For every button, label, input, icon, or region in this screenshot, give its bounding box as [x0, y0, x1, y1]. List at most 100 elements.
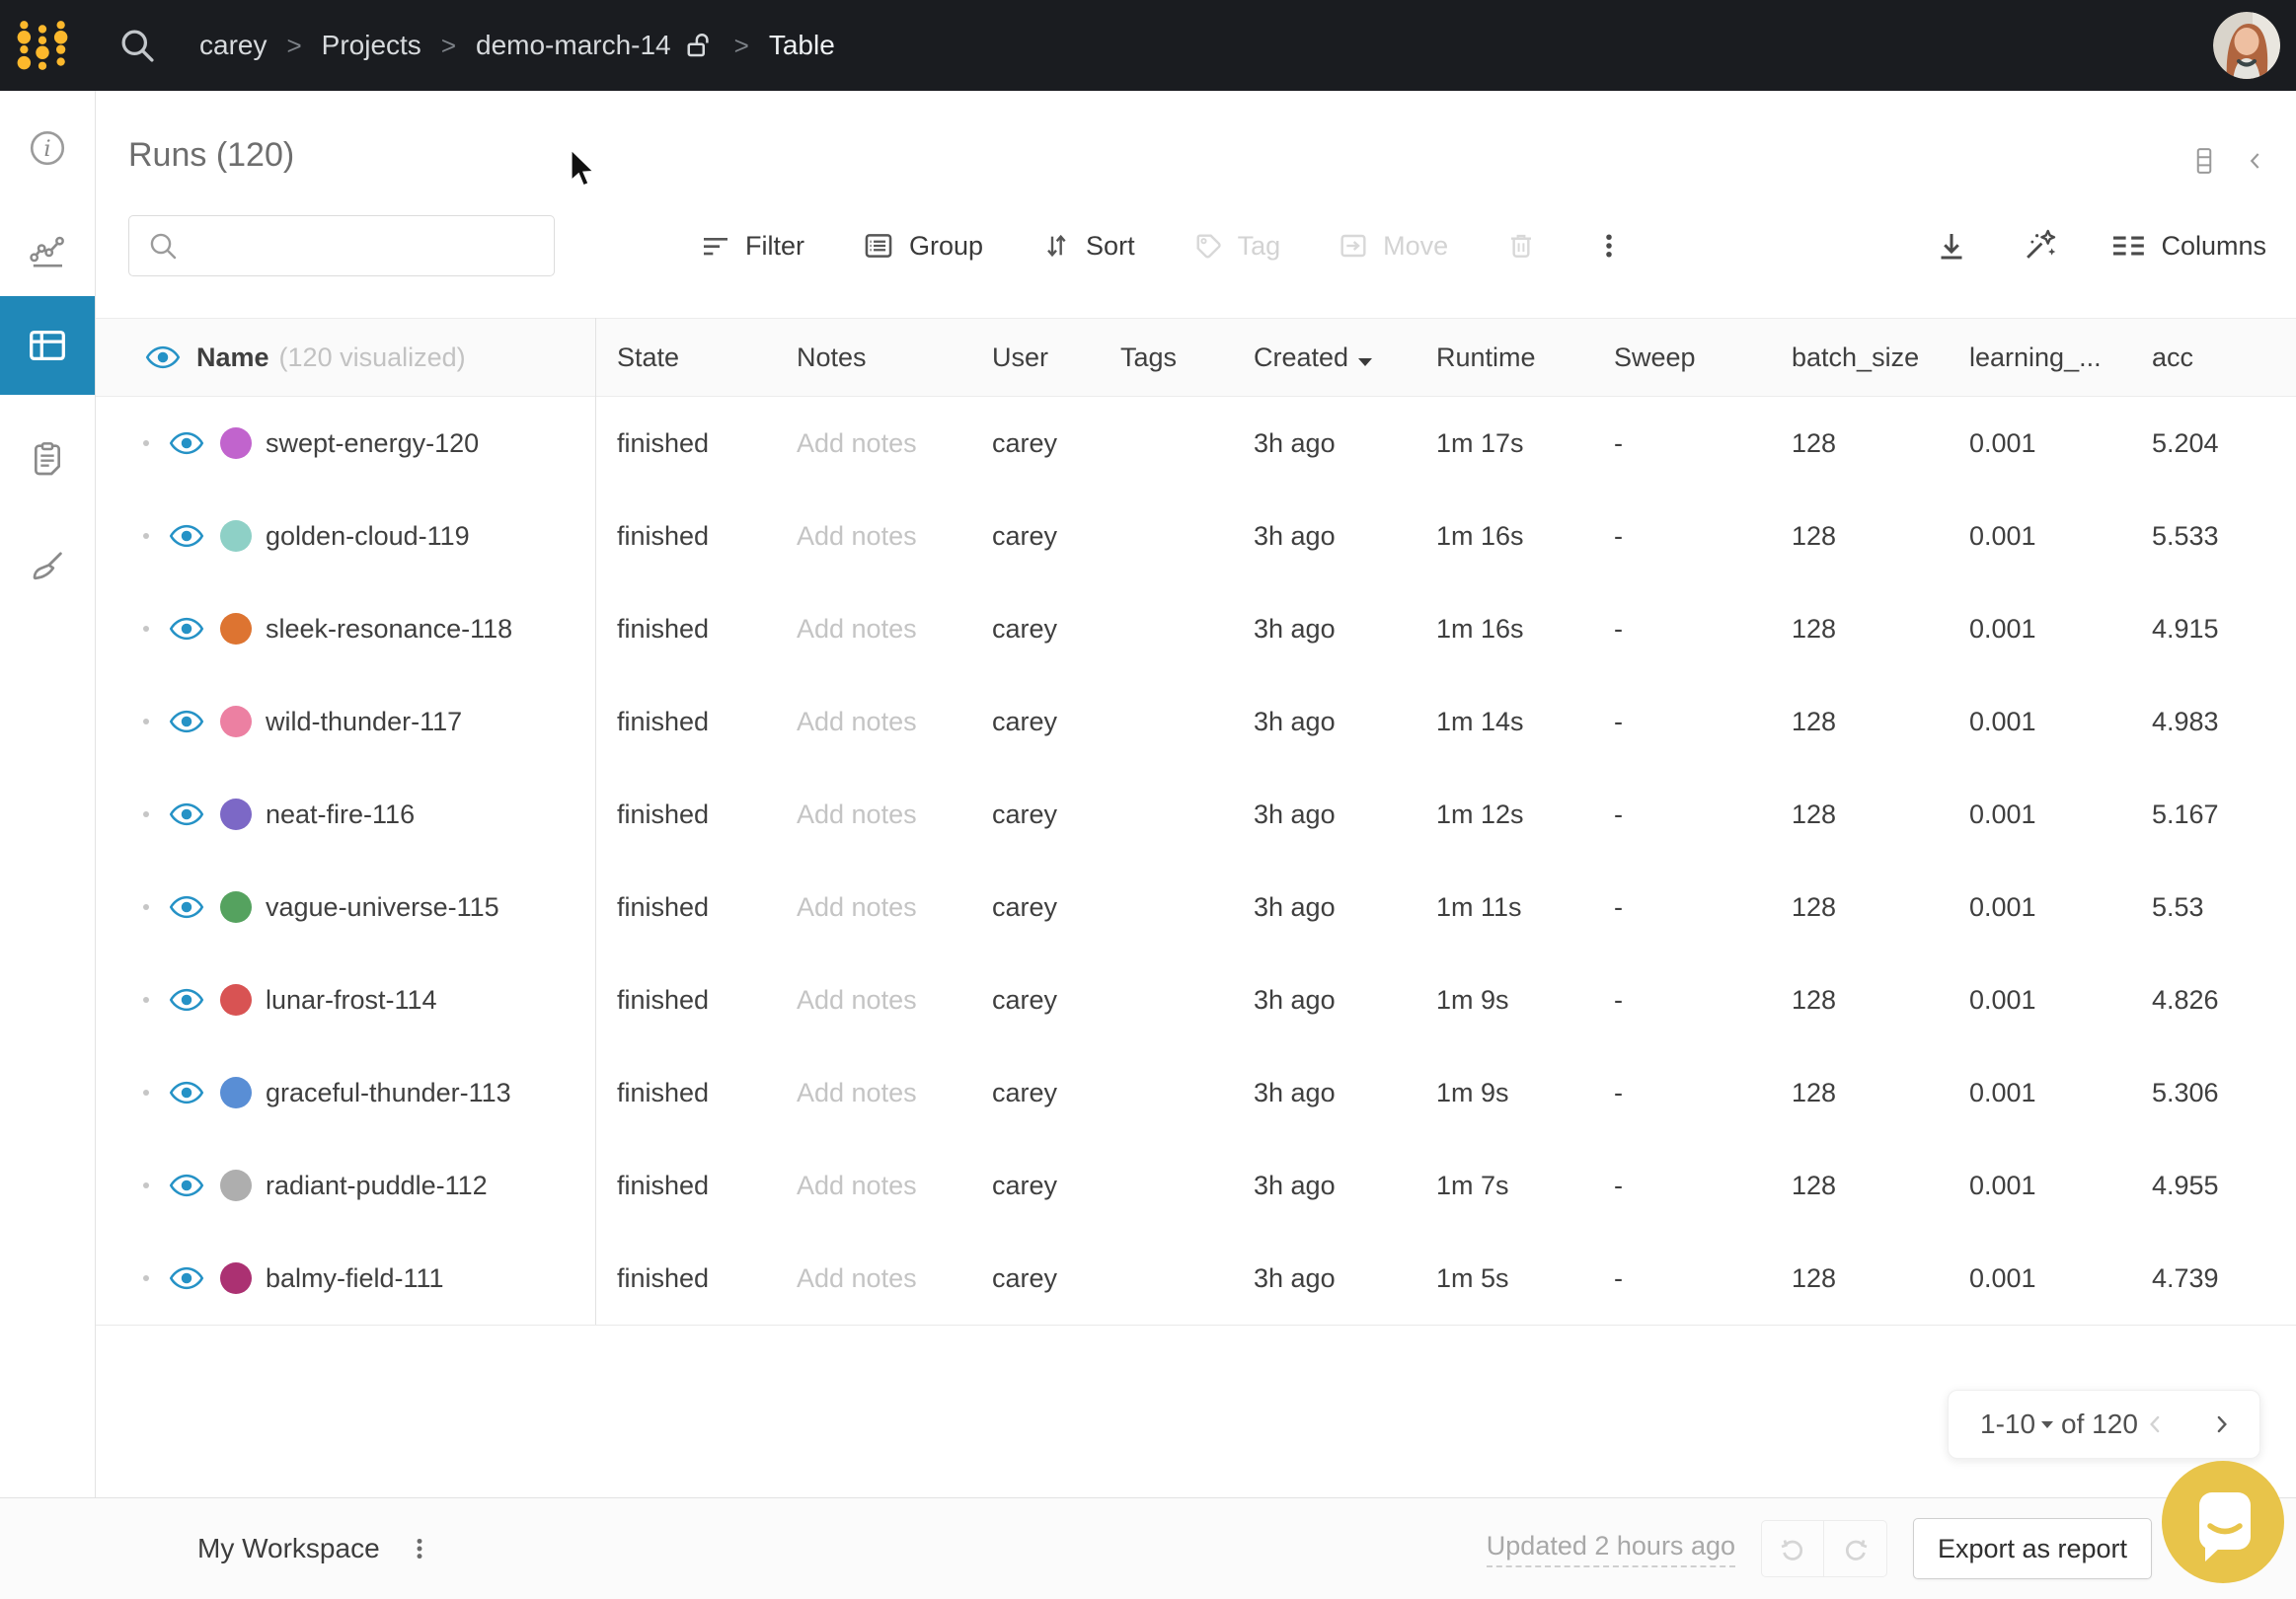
group-button[interactable]: Group: [862, 229, 983, 263]
runs-search-input[interactable]: [192, 231, 528, 262]
chevron-right-icon[interactable]: [2208, 1411, 2234, 1437]
column-header-runtime[interactable]: Runtime: [1415, 343, 1592, 373]
move-button[interactable]: Move: [1338, 230, 1448, 262]
eye-icon[interactable]: [169, 982, 204, 1018]
notes-cell[interactable]: Add notes: [775, 428, 970, 459]
table-row[interactable]: wild-thunder-117 finished Add notes care…: [96, 675, 2296, 768]
eye-icon[interactable]: [169, 518, 204, 554]
column-header-name[interactable]: Name: [196, 343, 269, 373]
column-header-acc[interactable]: acc: [2130, 343, 2296, 373]
table-row[interactable]: sleek-resonance-118 finished Add notes c…: [96, 582, 2296, 675]
eye-icon[interactable]: [169, 425, 204, 461]
run-name-link[interactable]: lunar-frost-114: [266, 985, 437, 1016]
eye-icon[interactable]: [169, 1168, 204, 1203]
collapse-chevron-left-icon[interactable]: [2243, 148, 2268, 174]
eye-icon[interactable]: [169, 889, 204, 925]
more-actions-button[interactable]: [1594, 231, 1624, 261]
run-name-link[interactable]: wild-thunder-117: [266, 707, 462, 737]
run-color-dot[interactable]: [220, 891, 252, 923]
notes-cell[interactable]: Add notes: [775, 707, 970, 737]
notes-cell[interactable]: Add notes: [775, 800, 970, 830]
run-color-dot[interactable]: [220, 1170, 252, 1201]
tag-button[interactable]: Tag: [1192, 230, 1281, 262]
sidebar-item-sweeps[interactable]: [0, 530, 95, 605]
panel-icon[interactable]: [2189, 144, 2219, 178]
sidebar-item-reports[interactable]: [0, 421, 95, 496]
table-row[interactable]: vague-universe-115 finished Add notes ca…: [96, 861, 2296, 953]
updated-timestamp[interactable]: Updated 2 hours ago: [1487, 1531, 1735, 1567]
undo-button[interactable]: [1761, 1520, 1824, 1577]
kebab-icon[interactable]: [406, 1535, 433, 1562]
run-name-link[interactable]: golden-cloud-119: [266, 521, 470, 552]
run-color-dot[interactable]: [220, 799, 252, 830]
notes-cell[interactable]: Add notes: [775, 521, 970, 552]
run-name-link[interactable]: graceful-thunder-113: [266, 1078, 511, 1108]
wandb-logo-icon[interactable]: [16, 17, 69, 74]
run-name-link[interactable]: balmy-field-111: [266, 1263, 444, 1294]
filter-button[interactable]: Filter: [700, 230, 804, 262]
column-header-state[interactable]: State: [595, 343, 775, 373]
column-header-batch-size[interactable]: batch_size: [1770, 343, 1948, 373]
notes-cell[interactable]: Add notes: [775, 985, 970, 1016]
notes-cell[interactable]: Add notes: [775, 1078, 970, 1108]
run-color-dot[interactable]: [220, 613, 252, 645]
run-color-dot[interactable]: [220, 984, 252, 1016]
table-row[interactable]: graceful-thunder-113 finished Add notes …: [96, 1046, 2296, 1139]
eye-icon[interactable]: [169, 704, 204, 739]
export-as-report-button[interactable]: Export as report: [1913, 1518, 2152, 1579]
table-row[interactable]: golden-cloud-119 finished Add notes care…: [96, 490, 2296, 582]
column-header-learning-rate[interactable]: learning_...: [1948, 343, 2130, 373]
run-color-dot[interactable]: [220, 520, 252, 552]
sidebar-item-runs-table[interactable]: [0, 296, 95, 395]
column-header-tags[interactable]: Tags: [1099, 343, 1232, 373]
columns-button[interactable]: Columns: [2109, 227, 2266, 265]
eye-icon[interactable]: [169, 1260, 204, 1296]
breadcrumb-user[interactable]: carey: [199, 30, 267, 61]
workspace-selector[interactable]: My Workspace: [197, 1533, 380, 1564]
sidebar-item-workspace[interactable]: [0, 214, 95, 289]
run-color-dot[interactable]: [220, 1262, 252, 1294]
info-icon: i: [27, 127, 68, 169]
column-header-created[interactable]: Created: [1232, 343, 1415, 373]
table-row[interactable]: lunar-frost-114 finished Add notes carey…: [96, 953, 2296, 1046]
breadcrumb-page[interactable]: Table: [769, 30, 835, 61]
run-color-dot[interactable]: [220, 427, 252, 459]
redo-button[interactable]: [1824, 1520, 1887, 1577]
notes-cell[interactable]: Add notes: [775, 614, 970, 645]
run-name-link[interactable]: vague-universe-115: [266, 892, 499, 923]
table-row[interactable]: balmy-field-111 finished Add notes carey…: [96, 1232, 2296, 1325]
delete-button[interactable]: [1505, 230, 1537, 262]
run-name-link[interactable]: swept-energy-120: [266, 428, 479, 459]
download-icon[interactable]: [1934, 228, 1969, 264]
magic-wand-icon[interactable]: [2021, 227, 2058, 265]
chat-widget-button[interactable]: [2160, 1459, 2286, 1585]
run-name-link[interactable]: neat-fire-116: [266, 800, 415, 830]
eye-icon[interactable]: [169, 1075, 204, 1110]
table-row[interactable]: swept-energy-120 finished Add notes care…: [96, 397, 2296, 490]
notes-cell[interactable]: Add notes: [775, 1263, 970, 1294]
pagination-range-dropdown[interactable]: 1-10: [1980, 1409, 2035, 1440]
sort-button[interactable]: Sort: [1040, 230, 1135, 262]
column-header-notes[interactable]: Notes: [775, 343, 970, 373]
run-color-dot[interactable]: [220, 706, 252, 737]
search-icon[interactable]: [118, 27, 156, 64]
sidebar-item-info[interactable]: i: [0, 111, 95, 186]
user-avatar[interactable]: [2213, 12, 2280, 79]
breadcrumb-projects[interactable]: Projects: [322, 30, 421, 61]
table-row[interactable]: neat-fire-116 finished Add notes carey 3…: [96, 768, 2296, 861]
eye-icon[interactable]: [169, 611, 204, 647]
history-buttons: [1761, 1520, 1887, 1577]
run-name-link[interactable]: sleek-resonance-118: [266, 614, 512, 645]
eye-icon[interactable]: [169, 797, 204, 832]
acc-cell: 5.204: [2130, 428, 2296, 459]
run-name-link[interactable]: radiant-puddle-112: [266, 1171, 488, 1201]
run-color-dot[interactable]: [220, 1077, 252, 1108]
column-header-sweep[interactable]: Sweep: [1592, 343, 1770, 373]
eye-icon[interactable]: [145, 340, 181, 375]
notes-cell[interactable]: Add notes: [775, 1171, 970, 1201]
breadcrumb-project[interactable]: demo-march-14: [476, 30, 671, 61]
column-header-user[interactable]: User: [970, 343, 1099, 373]
chevron-left-icon[interactable]: [2143, 1411, 2169, 1437]
table-row[interactable]: radiant-puddle-112 finished Add notes ca…: [96, 1139, 2296, 1232]
notes-cell[interactable]: Add notes: [775, 892, 970, 923]
